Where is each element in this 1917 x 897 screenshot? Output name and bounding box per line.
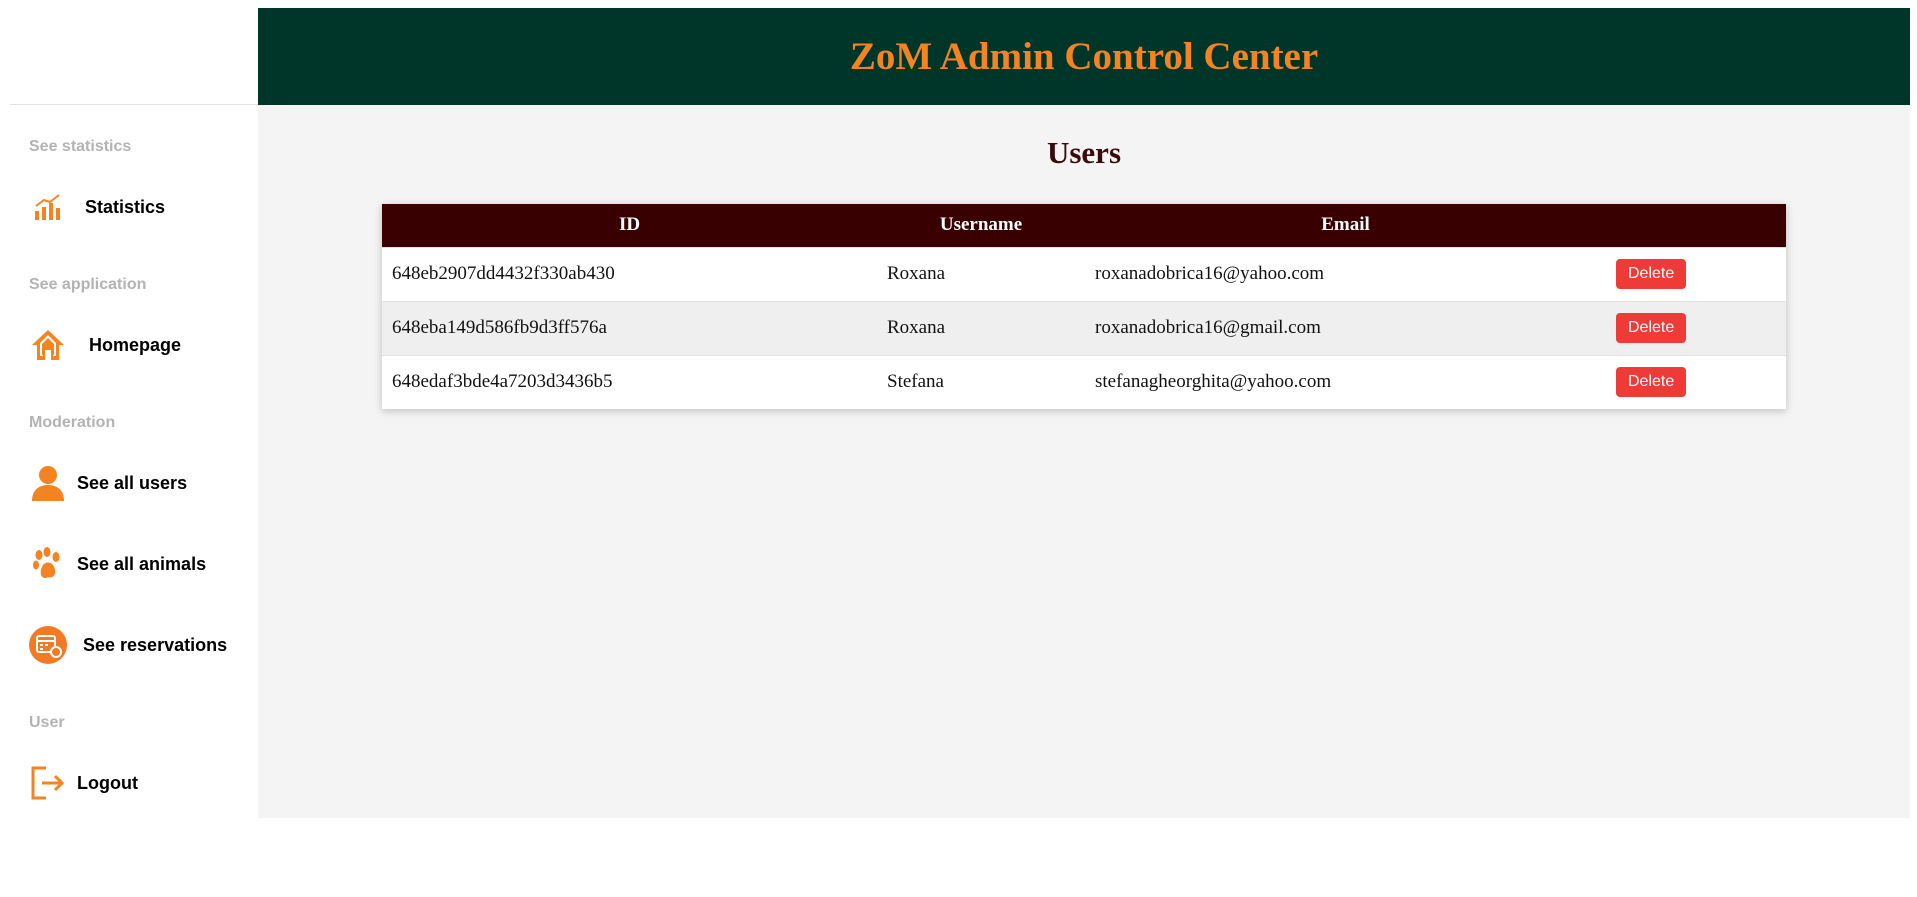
sidebar-item-label: See all animals — [77, 553, 207, 574]
sidebar-item-label: Statistics — [85, 196, 166, 217]
users-table: ID Username Email 648eb2907dd4432f330ab4… — [382, 204, 1786, 409]
sidebar-item-statistics[interactable]: Statistics — [29, 188, 165, 226]
cell-username: Stefana — [887, 371, 944, 392]
column-header-username: Username — [939, 214, 1023, 236]
page-title: Users — [1046, 135, 1122, 170]
cell-action: Delete — [1606, 247, 1786, 301]
user-icon — [29, 464, 67, 502]
sidebar-item-logout[interactable]: Logout — [29, 764, 138, 802]
cell-username: Roxana — [887, 263, 946, 284]
cell-email: stefanagheorghita@yahoo.com — [1095, 371, 1332, 392]
table-header-row: ID Username Email — [382, 204, 1786, 247]
section-label-moderation: Moderation — [29, 414, 116, 431]
section-label-application: See application — [29, 276, 147, 293]
sidebar-item-label: See reservations — [83, 634, 228, 655]
home-icon — [29, 326, 67, 364]
sidebar-item-users[interactable]: See all users — [29, 464, 187, 502]
users-table-card: ID Username Email 648eb2907dd4432f330ab4… — [382, 204, 1786, 409]
cell-id: 648eba149d586fb9d3ff576a — [392, 317, 607, 338]
main-content: Users ID Username Email 648eb2907dd4432f… — [258, 105, 1910, 818]
app-header: ZoM Admin Control Center — [258, 8, 1910, 105]
sidebar-item-label: See all users — [77, 472, 188, 493]
cell-email: roxanadobrica16@gmail.com — [1095, 317, 1321, 338]
section-label-statistics: See statistics — [29, 138, 132, 155]
delete-button[interactable]: Delete — [1616, 259, 1687, 289]
cell-action: Delete — [1606, 301, 1786, 355]
sidebar-item-label: Logout — [77, 772, 138, 793]
calendar-icon — [29, 626, 67, 664]
table-row: 648edaf3bde4a7203d3436b5 Stefana stefana… — [382, 355, 1786, 409]
sidebar-item-reservations[interactable]: See reservations — [29, 626, 227, 664]
app-title: ZoM Admin Control Center — [849, 35, 1319, 78]
delete-button[interactable]: Delete — [1616, 367, 1687, 397]
cell-username: Roxana — [887, 317, 946, 338]
sidebar-item-homepage[interactable]: Homepage — [29, 326, 181, 364]
column-header-id: ID — [618, 214, 641, 236]
cell-id: 648eb2907dd4432f330ab430 — [392, 263, 615, 284]
delete-button[interactable]: Delete — [1616, 313, 1687, 343]
cell-email: roxanadobrica16@yahoo.com — [1095, 263, 1325, 284]
sidebar-item-label: Homepage — [89, 334, 182, 355]
table-row: 648eba149d586fb9d3ff576a Roxana roxanado… — [382, 301, 1786, 355]
section-label-user: User — [29, 714, 65, 731]
sidebar-logo-area — [10, 8, 258, 105]
cell-id: 648edaf3bde4a7203d3436b5 — [392, 371, 613, 392]
paw-icon — [29, 545, 67, 583]
cell-action: Delete — [1606, 355, 1786, 409]
sidebar-item-animals[interactable]: See all animals — [29, 545, 206, 583]
column-header-action — [1606, 204, 1786, 247]
bar-chart-icon — [29, 188, 67, 226]
sidebar: See statistics Statistics See applicatio… — [10, 8, 258, 818]
logout-icon — [29, 764, 67, 802]
table-row: 648eb2907dd4432f330ab430 Roxana roxanado… — [382, 247, 1786, 301]
column-header-email: Email — [1321, 214, 1370, 236]
